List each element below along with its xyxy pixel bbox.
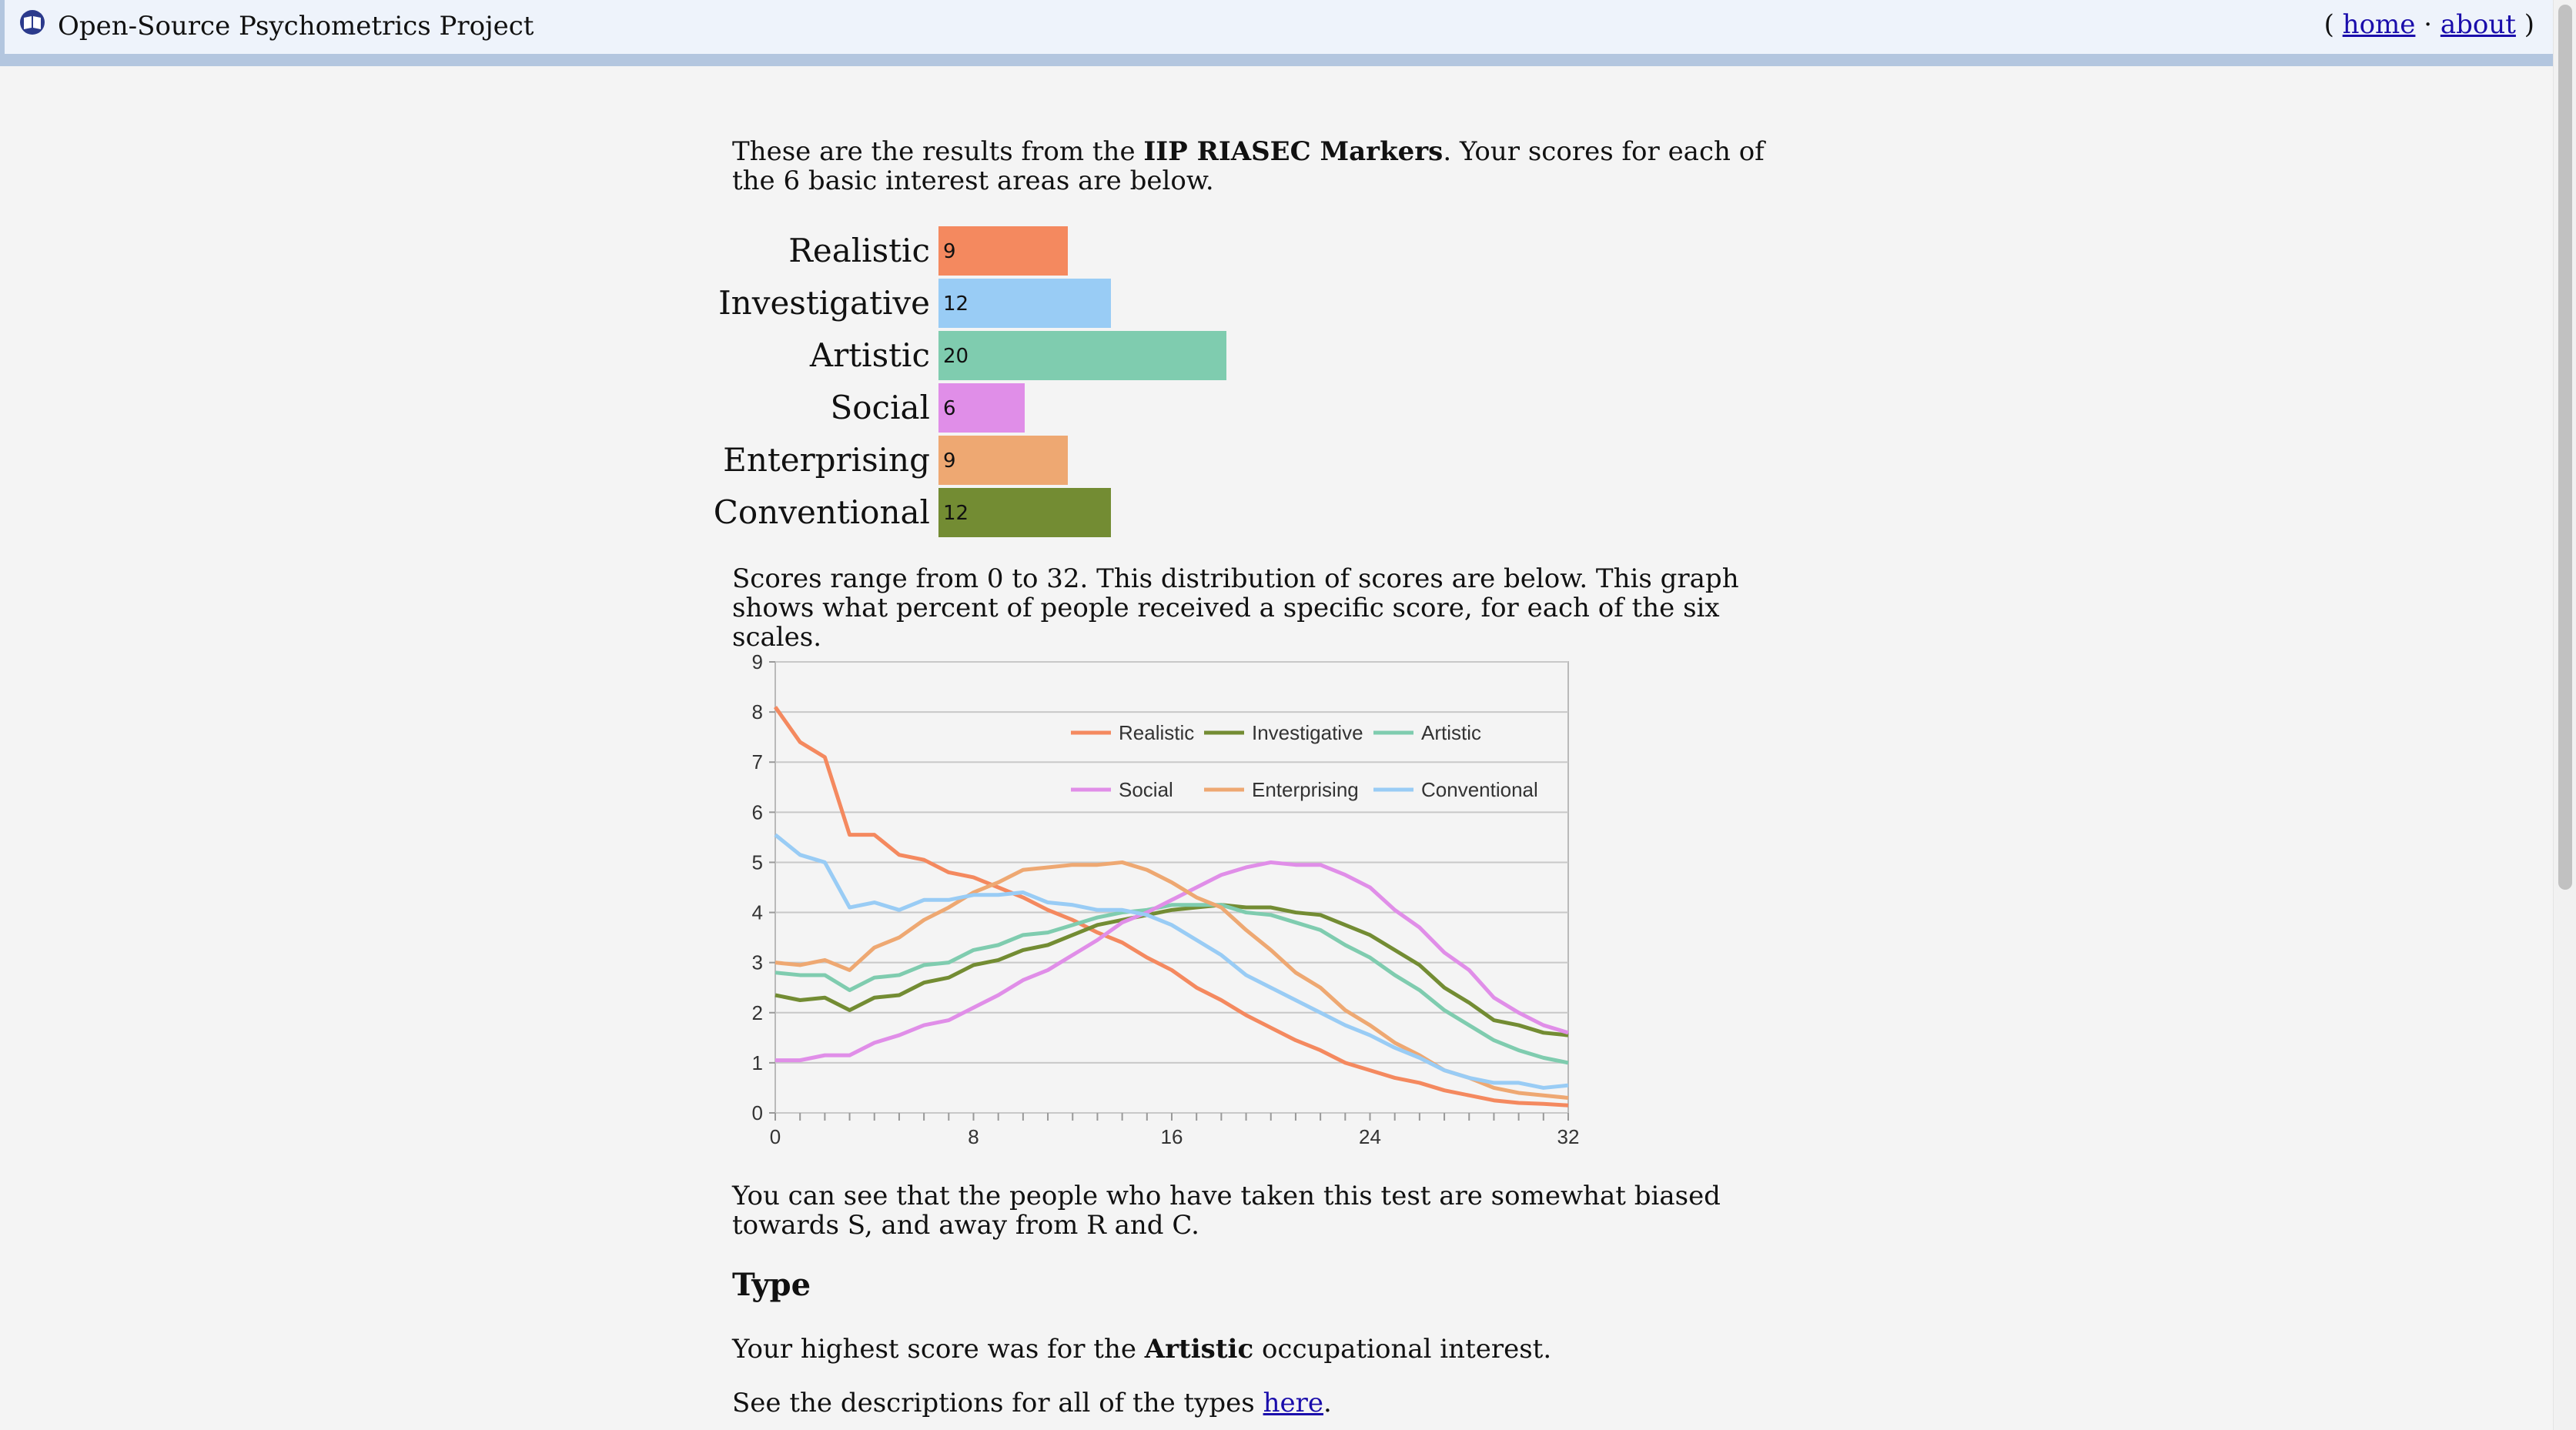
x-tick-label: 24 (1359, 1125, 1381, 1148)
score-label: Enterprising (723, 441, 930, 479)
score-value: 9 (943, 449, 956, 473)
types-here-link[interactable]: here (1263, 1388, 1323, 1418)
nav-about-link[interactable]: about (2441, 9, 2516, 40)
bias-text: You can see that the people who have tak… (732, 1181, 1721, 1241)
score-row: Conventional 12 (714, 488, 1502, 537)
score-row: Realistic 9 (732, 226, 1502, 276)
y-tick-label: 4 (752, 901, 763, 924)
score-row: Artistic 20 (732, 331, 1502, 380)
score-value: 12 (943, 292, 969, 316)
y-tick-label: 7 (752, 750, 763, 773)
y-tick-label: 5 (752, 850, 763, 874)
score-bar (938, 331, 1226, 380)
range-text: Scores range from 0 to 32. This distribu… (732, 563, 1739, 653)
x-tick-label: 32 (1557, 1125, 1580, 1148)
top-nav: ( home · about ) (2324, 8, 2534, 42)
desc-pre: See the descriptions for all of the type… (732, 1388, 1263, 1418)
y-tick-label: 2 (752, 1001, 763, 1024)
score-row: Social 6 (732, 383, 1502, 433)
score-row: Investigative 12 (718, 279, 1502, 328)
nav-open-paren: ( (2323, 9, 2334, 40)
legend-label: Social (1119, 778, 1173, 801)
legend-label: Conventional (1421, 778, 1538, 801)
type-heading: Type (732, 1267, 811, 1303)
descriptions-text: See the descriptions for all of the type… (732, 1388, 1810, 1418)
x-tick-label: 16 (1161, 1125, 1183, 1148)
descriptions-paragraph: See the descriptions for all of the type… (732, 1388, 1810, 1418)
score-label: Artistic (809, 336, 930, 374)
vertical-scrollbar[interactable] (2553, 0, 2576, 1430)
intro-paragraph: These are the results from the IIP RIASE… (732, 137, 1810, 195)
x-tick-label: 8 (968, 1125, 979, 1148)
site-title[interactable]: Open-Source Psychometrics Project (58, 9, 534, 43)
test-name: IIP RIASEC Markers (1143, 136, 1444, 167)
score-value: 6 (943, 397, 956, 420)
legend-label: Artistic (1421, 721, 1481, 744)
highest-type: Artistic (1144, 1334, 1254, 1365)
book-icon[interactable] (17, 9, 48, 35)
legend-label: Enterprising (1252, 778, 1359, 801)
highest-post: occupational interest. (1253, 1334, 1552, 1365)
y-tick-label: 1 (752, 1051, 763, 1074)
scrollbar-thumb[interactable] (2558, 5, 2572, 890)
nav-close-paren: ) (2524, 9, 2534, 40)
score-row: Enterprising 9 (723, 436, 1502, 485)
nav-separator: · (2424, 9, 2433, 40)
score-bar (938, 436, 1069, 485)
score-label: Social (830, 389, 931, 426)
intro-text: These are the results from the IIP RIASE… (732, 137, 1810, 195)
score-label: Realistic (788, 232, 930, 269)
nav-home-link[interactable]: home (2343, 9, 2416, 40)
score-bar-chart: Realistic 9 Investigative 12 Artistic 20 Socia… (714, 226, 1502, 542)
score-bar (938, 226, 1069, 276)
y-tick-label: 9 (752, 650, 763, 673)
intro-pre: These are the results from the (732, 136, 1144, 167)
score-value: 12 (943, 502, 969, 525)
bias-paragraph: You can see that the people who have tak… (732, 1181, 1810, 1240)
desc-post: . (1323, 1388, 1332, 1418)
highest-score-paragraph: Your highest score was for the Artistic … (732, 1335, 1810, 1364)
y-tick-label: 3 (752, 951, 763, 974)
legend-label: Realistic (1119, 721, 1194, 744)
score-value: 9 (943, 240, 956, 263)
highest-score-text: Your highest score was for the Artistic … (732, 1335, 1810, 1364)
legend-label: Investigative (1252, 721, 1363, 744)
score-label: Conventional (713, 493, 930, 531)
score-value: 20 (943, 345, 969, 368)
score-label: Investigative (718, 284, 930, 322)
range-paragraph: Scores range from 0 to 32. This distribu… (732, 564, 1810, 652)
score-distribution-chart: 0 1 2 3 4 5 6 7 8 9 0 8 16 24 32 Realistic Investigative… (752, 650, 1580, 1148)
y-tick-label: 8 (752, 700, 763, 723)
highest-pre: Your highest score was for the (732, 1334, 1145, 1365)
site-header: Open-Source Psychometrics Project ( home… (0, 0, 2558, 66)
y-tick-label: 6 (752, 800, 763, 824)
x-tick-label: 0 (770, 1125, 781, 1148)
y-tick-label: 0 (752, 1101, 763, 1124)
